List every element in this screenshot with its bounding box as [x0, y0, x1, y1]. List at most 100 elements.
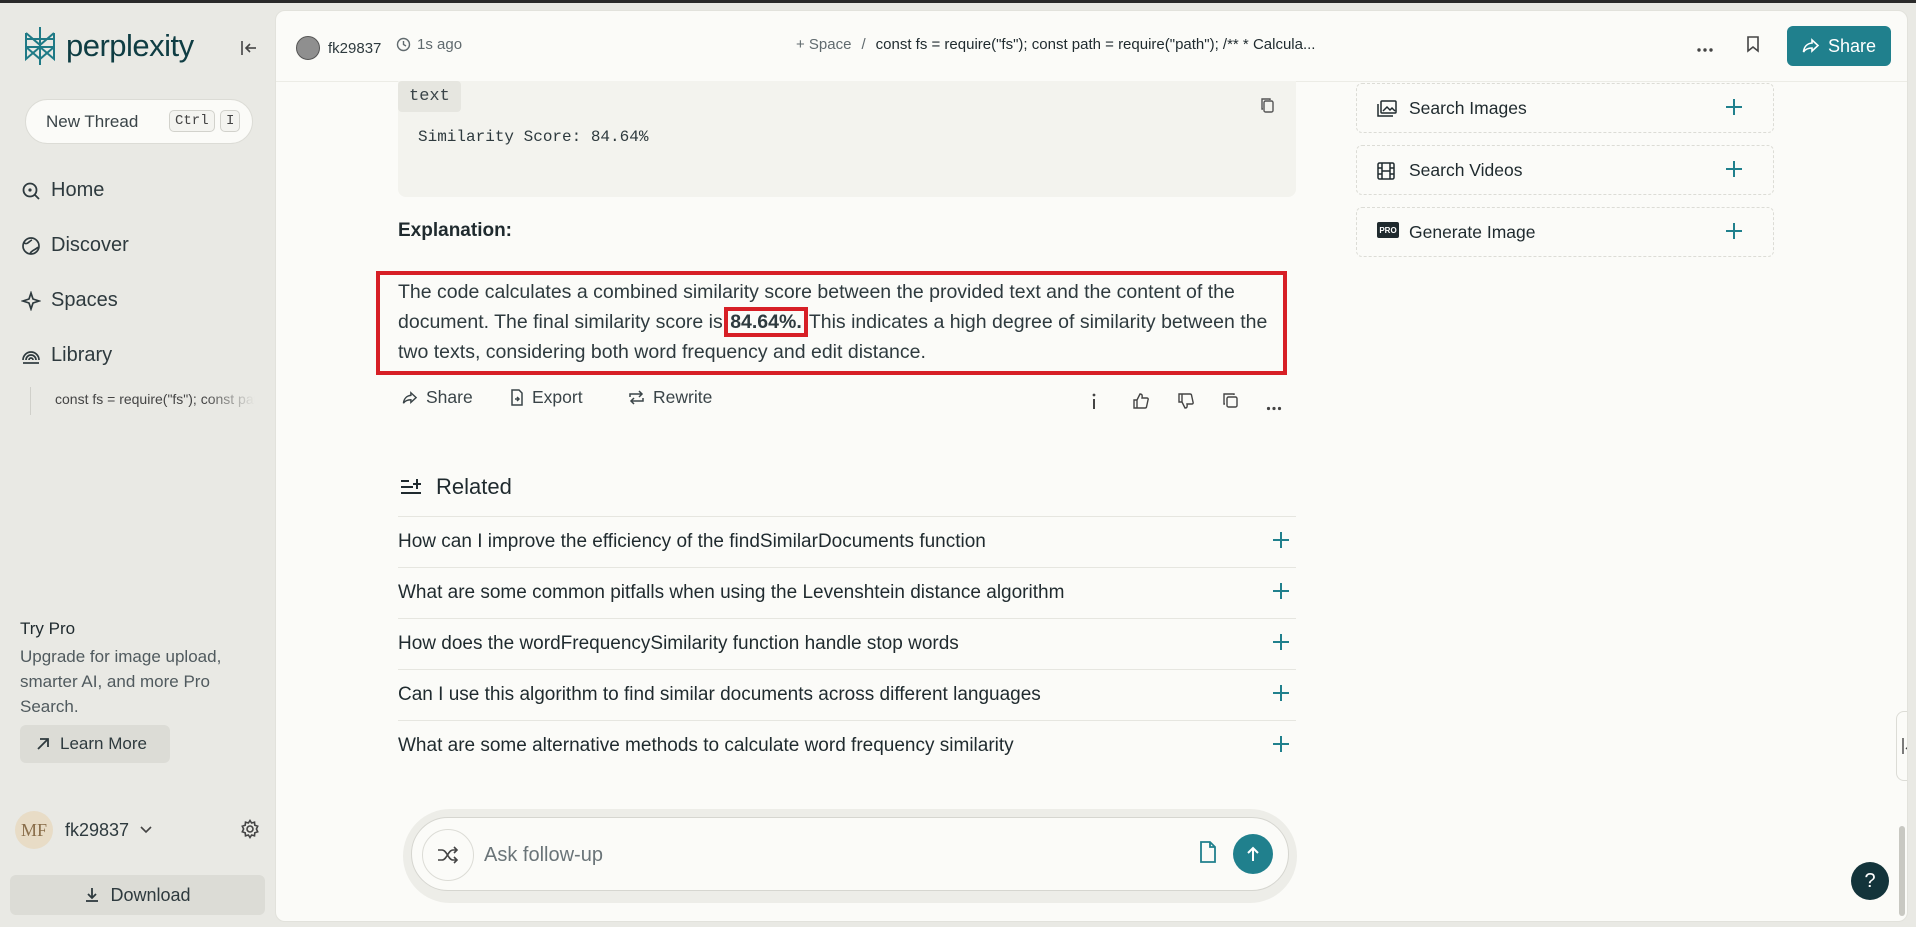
export-file-icon — [511, 389, 523, 406]
rewrite-button[interactable]: Rewrite — [628, 387, 712, 408]
answer-more-button[interactable] — [1266, 398, 1282, 416]
related-question: How does the wordFrequencySimilarity fun… — [398, 633, 959, 654]
add-to-space-button[interactable]: + Space — [796, 36, 851, 53]
more-dots-icon — [1266, 406, 1282, 411]
plus-icon — [1273, 685, 1289, 701]
panel-toggle-icon — [1902, 738, 1907, 754]
window-top-border — [0, 0, 1916, 3]
followup-input[interactable] — [482, 836, 1086, 874]
explanation-paragraph: The code calculates a combined similarit… — [398, 277, 1298, 367]
side-panel-toggle[interactable] — [1896, 711, 1907, 781]
related-question: What are some alternative methods to cal… — [398, 735, 1014, 756]
attach-file-button[interactable] — [1198, 840, 1218, 869]
related-list: How can I improve the efficiency of the … — [398, 516, 1296, 771]
sidebar-item-discover[interactable]: Discover — [21, 234, 129, 257]
logo[interactable]: perplexity — [22, 25, 194, 67]
thumbs-down-button[interactable] — [1177, 392, 1195, 415]
image-icon — [1377, 100, 1397, 117]
thread-author[interactable]: fk29837 — [296, 36, 381, 60]
plus-icon — [1726, 99, 1742, 115]
more-dots-icon — [1697, 48, 1713, 52]
export-button[interactable]: Export — [510, 387, 583, 408]
username: fk29837 — [65, 819, 130, 840]
pro-badge-icon: PRO — [1377, 222, 1399, 238]
related-question: How can I improve the efficiency of the … — [398, 531, 986, 552]
search-images-label: Search Images — [1409, 97, 1527, 118]
info-button[interactable] — [1090, 392, 1098, 415]
author-avatar — [296, 36, 320, 60]
download-icon — [86, 888, 99, 902]
related-item[interactable]: What are some alternative methods to cal… — [398, 720, 1296, 771]
home-search-icon — [21, 181, 41, 201]
sidebar-item-home[interactable]: Home — [21, 179, 104, 202]
collapse-sidebar-button[interactable] — [236, 35, 262, 61]
plus-icon — [1726, 223, 1742, 239]
submit-button[interactable] — [1233, 834, 1273, 874]
learn-more-button[interactable]: Learn More — [20, 725, 170, 763]
shuffle-icon — [438, 846, 459, 864]
thumbs-up-button[interactable] — [1132, 392, 1150, 415]
related-item[interactable]: How does the wordFrequencySimilarity fun… — [398, 618, 1296, 669]
answer-share-label: Share — [426, 387, 473, 407]
perplexity-logo-icon — [25, 27, 55, 65]
related-item[interactable]: What are some common pitfalls when using… — [398, 567, 1296, 618]
code-block: text Similarity Score: 84.64% — [398, 81, 1296, 197]
new-thread-button[interactable]: New Thread Ctrl I — [25, 99, 253, 144]
related-item[interactable]: Can I use this algorithm to find similar… — [398, 669, 1296, 720]
plus-icon — [1273, 532, 1289, 548]
info-icon — [1092, 393, 1096, 409]
export-label: Export — [532, 387, 583, 407]
sidebar: perplexity New Thread Ctrl I Home Discov… — [0, 3, 275, 927]
arrow-up-right-icon — [37, 738, 49, 750]
file-icon — [1200, 841, 1216, 863]
copy-code-button[interactable] — [1260, 97, 1276, 120]
focus-mode-button[interactable] — [422, 829, 474, 881]
scrollbar[interactable] — [1898, 81, 1906, 921]
thread-title[interactable]: const fs = require("fs"); const path = r… — [876, 36, 1316, 53]
sidebar-item-label: Spaces — [51, 289, 118, 311]
sidebar-item-label: Discover — [51, 234, 129, 256]
answer-share-button[interactable]: Share — [402, 387, 473, 408]
share-button[interactable]: Share — [1787, 26, 1891, 66]
author-name: fk29837 — [328, 39, 382, 57]
related-item[interactable]: How can I improve the efficiency of the … — [398, 516, 1296, 567]
plus-icon — [1273, 634, 1289, 650]
sidebar-item-label: Library — [51, 344, 113, 366]
more-options-button[interactable] — [1696, 37, 1714, 58]
copy-answer-button[interactable] — [1222, 392, 1239, 414]
scroll-thumb[interactable] — [1899, 826, 1905, 916]
settings-button[interactable] — [240, 819, 260, 844]
download-button[interactable]: Download — [10, 875, 265, 915]
plus-icon — [1726, 161, 1742, 177]
generate-image-label: Generate Image — [1409, 221, 1536, 242]
thread-header: fk29837 1s ago + Space / const fs = requ… — [276, 11, 1907, 82]
library-thread-item[interactable]: const fs = require("fs"); const path = r… — [55, 391, 255, 407]
thumbs-up-icon — [1133, 393, 1149, 409]
related-heading: Related — [400, 474, 512, 500]
sidebar-item-spaces[interactable]: Spaces — [21, 289, 118, 312]
shortcut-i-key: I — [220, 110, 241, 132]
bookmark-button[interactable] — [1746, 35, 1760, 58]
gear-icon — [241, 819, 259, 839]
answer-actions: Share Export Rewrite — [398, 387, 1296, 417]
rewrite-repeat-icon — [629, 390, 644, 405]
code-text: Similarity Score: 84.64% — [418, 128, 649, 146]
user-menu[interactable]: MF fk29837 — [15, 811, 265, 849]
sidebar-item-library[interactable]: Library — [21, 344, 112, 367]
learn-more-label: Learn More — [60, 734, 147, 753]
search-images-card[interactable]: Search Images — [1356, 83, 1774, 133]
film-icon — [1377, 162, 1395, 180]
help-button[interactable]: ? — [1851, 862, 1889, 900]
clock-icon — [396, 37, 411, 52]
generate-image-card[interactable]: PRO Generate Image — [1356, 207, 1774, 257]
collapse-sidebar-icon — [241, 41, 256, 55]
try-pro-title: Try Pro — [20, 619, 76, 638]
share-label: Share — [1827, 35, 1877, 56]
avatar: MF — [15, 811, 53, 849]
main-panel: fk29837 1s ago + Space / const fs = requ… — [275, 10, 1908, 922]
sidebar-item-label: Home — [51, 179, 105, 201]
thumbs-down-icon — [1178, 393, 1194, 409]
thread-time: 1s ago — [396, 36, 462, 53]
search-videos-card[interactable]: Search Videos — [1356, 145, 1774, 195]
share-arrow-icon — [1802, 38, 1820, 53]
